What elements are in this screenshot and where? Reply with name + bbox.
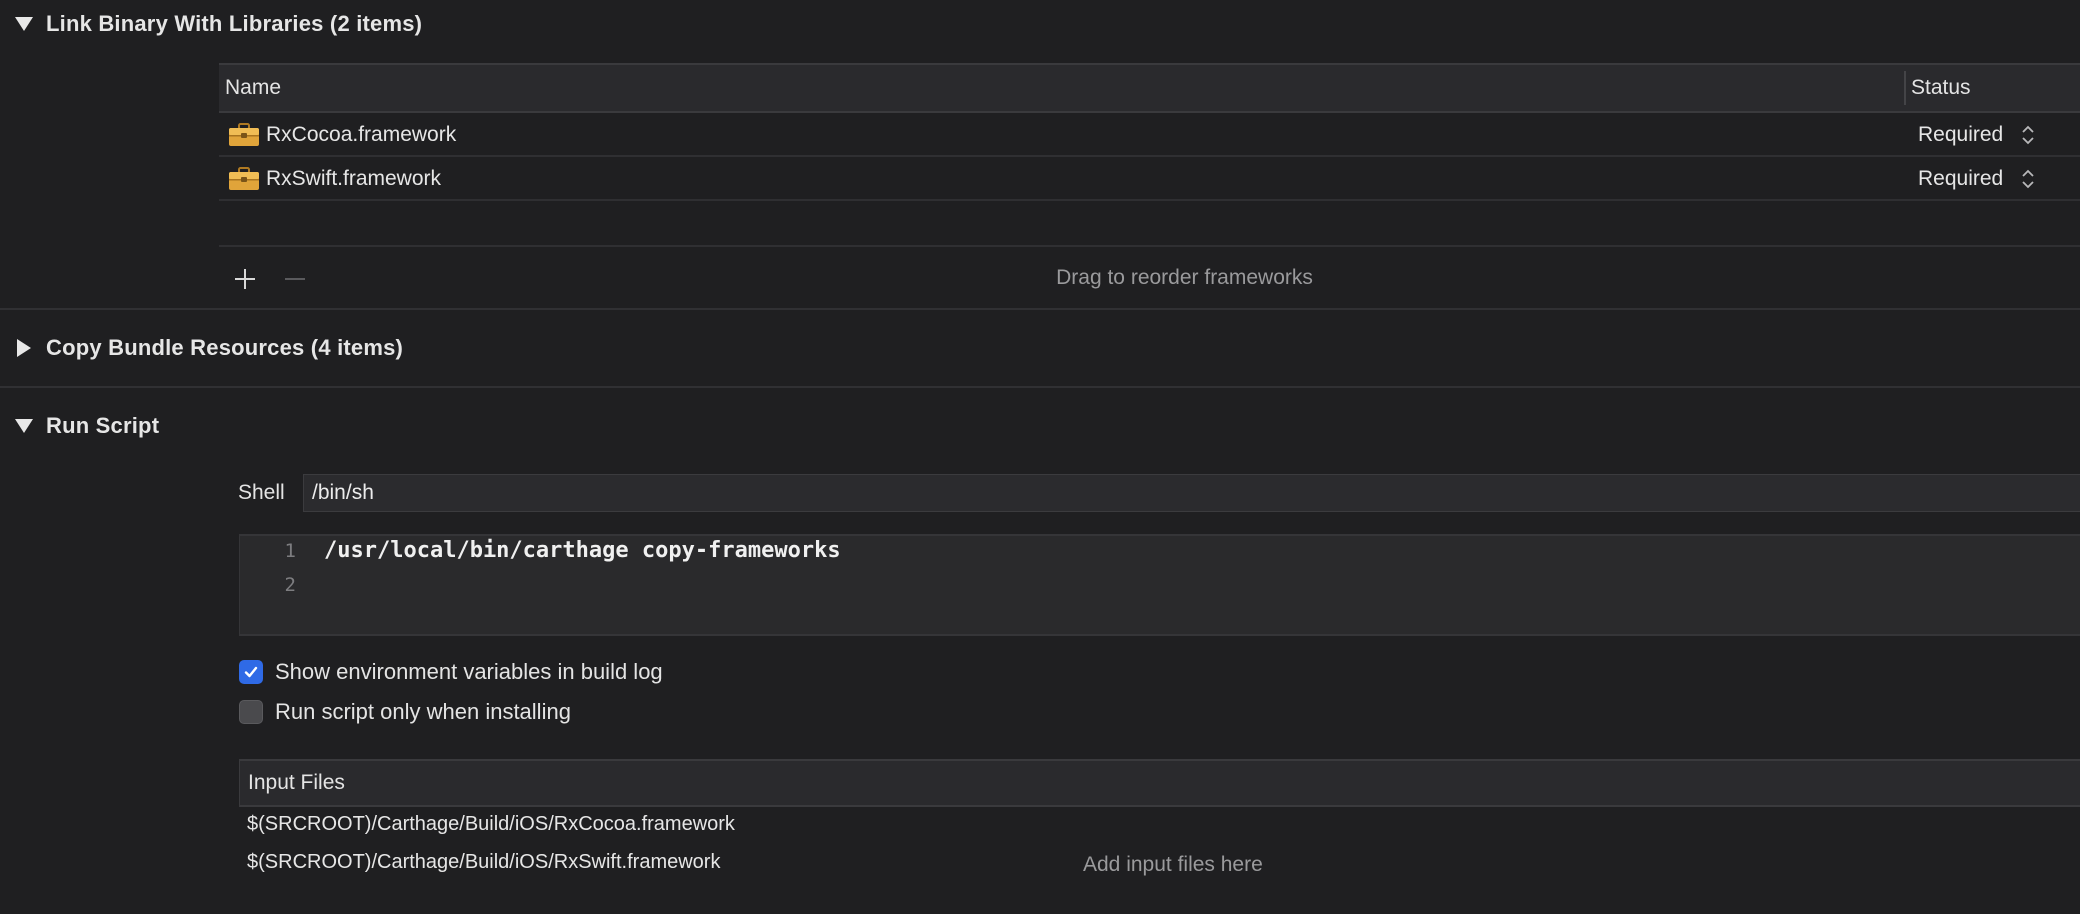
show-env-vars-checkbox[interactable] — [239, 660, 263, 684]
checkbox-label: Show environment variables in build log — [275, 659, 663, 684]
framework-name: RxCocoa.framework — [266, 123, 457, 146]
input-files-header: Input Files — [239, 759, 2080, 807]
show-env-vars-option[interactable]: Show environment variables in build log — [239, 657, 663, 687]
disclosure-expanded-icon[interactable] — [0, 0, 46, 48]
framework-name: RxSwift.framework — [266, 167, 442, 190]
script-editor[interactable]: 1 /usr/local/bin/carthage copy-framework… — [239, 534, 2080, 636]
column-divider[interactable] — [1904, 71, 1906, 105]
run-script-section-header[interactable]: Run Script — [0, 402, 2080, 450]
reorder-hint: Drag to reorder frameworks — [1056, 266, 1313, 289]
run-when-installing-option[interactable]: Run script only when installing — [239, 697, 571, 727]
section-title: Link Binary With Libraries (2 items) — [46, 11, 423, 36]
checkbox-label: Run script only when installing — [275, 699, 571, 724]
run-when-installing-checkbox[interactable] — [239, 700, 263, 724]
line-number: 2 — [284, 574, 296, 596]
chevron-up-down-icon[interactable] — [2019, 168, 2037, 190]
table-row[interactable]: RxSwift.framework Required — [219, 157, 2080, 201]
link-binary-section-header[interactable]: Link Binary With Libraries (2 items) — [0, 0, 2080, 48]
line-number: 1 — [284, 540, 296, 562]
chevron-up-down-icon[interactable] — [2019, 124, 2037, 146]
input-file-item[interactable]: $(SRCROOT)/Carthage/Build/iOS/RxSwift.fr… — [247, 847, 720, 877]
shell-input[interactable]: /bin/sh — [303, 474, 2080, 512]
toolbox-icon — [229, 167, 259, 190]
code-line[interactable]: /usr/local/bin/carthage copy-frameworks — [324, 538, 841, 563]
disclosure-expanded-icon[interactable] — [0, 402, 46, 450]
column-header-name[interactable]: Name — [225, 65, 281, 111]
copy-bundle-section-header[interactable]: Copy Bundle Resources (4 items) — [0, 324, 2080, 372]
table-header: Name Status — [219, 63, 2080, 113]
toolbox-icon — [229, 123, 259, 146]
status-popup[interactable]: Required — [1918, 113, 2003, 157]
section-title: Run Script — [46, 413, 160, 438]
section-divider — [0, 386, 2080, 388]
shell-label: Shell — [238, 481, 285, 504]
table-row[interactable]: RxCocoa.framework Required — [219, 113, 2080, 157]
add-input-files-hint: Add input files here — [1083, 853, 1263, 876]
section-divider — [0, 308, 2080, 310]
column-header-status[interactable]: Status — [1911, 65, 1971, 111]
frameworks-table: Name Status RxCocoa.framework Required R… — [219, 63, 2080, 311]
table-footer: Drag to reorder frameworks — [219, 245, 2080, 307]
checkmark-icon — [244, 666, 258, 678]
status-popup[interactable]: Required — [1918, 157, 2003, 201]
section-title: Copy Bundle Resources (4 items) — [46, 335, 404, 360]
disclosure-collapsed-icon[interactable] — [0, 324, 46, 372]
input-file-item[interactable]: $(SRCROOT)/Carthage/Build/iOS/RxCocoa.fr… — [247, 809, 735, 839]
